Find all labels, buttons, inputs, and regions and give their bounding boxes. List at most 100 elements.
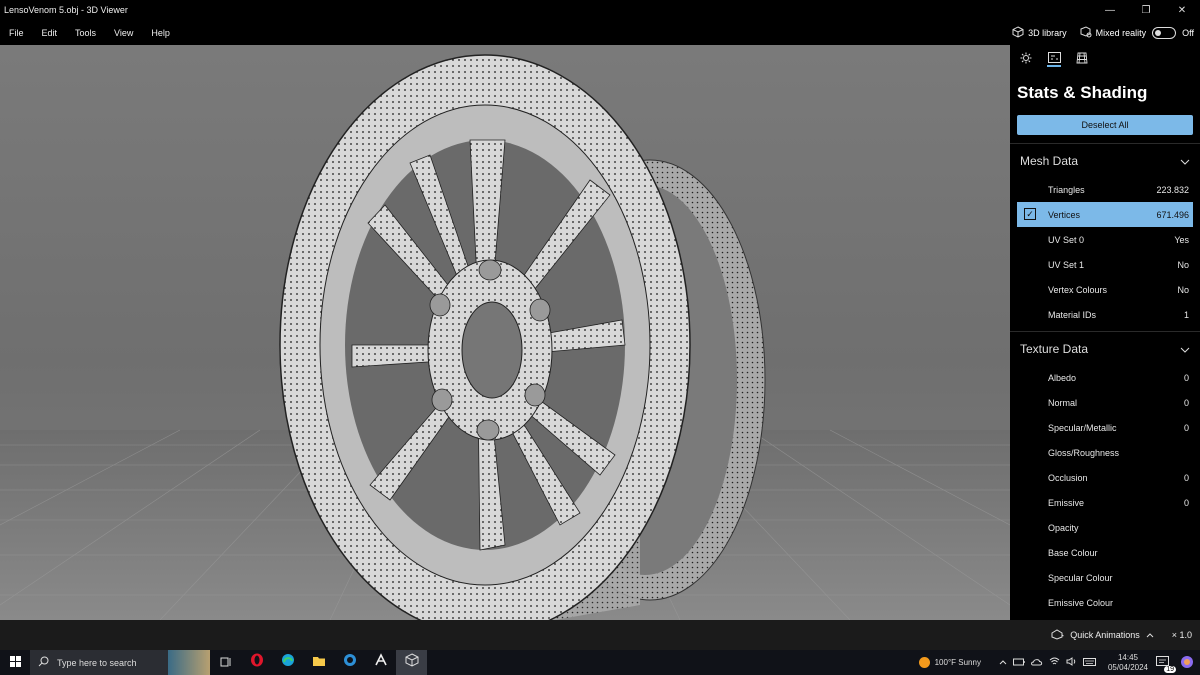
texture-row-emissive-colour[interactable]: Emissive Colour <box>1010 590 1200 615</box>
tab-lighting[interactable] <box>1019 51 1033 69</box>
cube-icon <box>1012 25 1024 40</box>
row-label: Occlusion <box>1048 472 1088 483</box>
keyboard-icon[interactable] <box>1082 657 1096 668</box>
settings-ring-icon <box>343 653 357 672</box>
row-label: Gloss/Roughness <box>1048 447 1120 458</box>
lighting-icon <box>1020 51 1032 69</box>
taskbar-app-3d[interactable] <box>365 650 396 675</box>
clock[interactable]: 14:45 05/04/2024 <box>1108 653 1148 673</box>
search-placeholder: Type here to search <box>57 657 137 668</box>
viewport-canvas[interactable] <box>0 45 1010 620</box>
tab-stats[interactable] <box>1047 50 1061 68</box>
mesh-data-title: Mesh Data <box>1020 153 1079 168</box>
chevron-up-icon[interactable] <box>999 658 1007 667</box>
mesh-row-vertex-colours[interactable]: Vertex Colours No <box>1010 277 1200 302</box>
texture-data-header[interactable]: Texture Data <box>1010 331 1200 365</box>
mesh-row-vertices[interactable]: ✓ Vertices 671.496 <box>1017 202 1193 227</box>
taskbar: Type here to search 100°F Sunny 14:45 05… <box>0 650 1200 675</box>
row-label: Material IDs <box>1048 309 1097 320</box>
texture-row-emissive[interactable]: Emissive 0 <box>1010 490 1200 515</box>
sun-icon <box>918 657 930 668</box>
mesh-row-uv-set-1[interactable]: UV Set 1 No <box>1010 252 1200 277</box>
weather-widget[interactable]: 100°F Sunny <box>918 657 981 668</box>
texture-row-specular-metallic[interactable]: Specular/Metallic 0 <box>1010 415 1200 440</box>
window-controls: — ❐ ✕ <box>1092 0 1200 20</box>
start-button[interactable] <box>0 650 30 675</box>
notification-icon[interactable]: 19 <box>1156 655 1176 673</box>
minimize-button[interactable]: — <box>1092 0 1128 20</box>
animation-speed[interactable]: × 1.0 <box>1172 630 1192 640</box>
taskbar-search[interactable]: Type here to search <box>30 650 210 675</box>
row-value: 0 <box>1183 422 1189 433</box>
3d-library-label: 3D library <box>1028 27 1067 38</box>
menu-view[interactable]: View <box>105 28 142 38</box>
cube-icon <box>405 653 419 672</box>
panel-title: Stats & Shading <box>1017 83 1148 102</box>
row-label: Specular/Metallic <box>1048 422 1117 433</box>
mesh-row-uv-set-0[interactable]: UV Set 0 Yes <box>1010 227 1200 252</box>
taskbar-opera[interactable] <box>241 650 272 675</box>
mesh-row-material-ids[interactable]: Material IDs 1 <box>1010 302 1200 327</box>
unity-style-icon <box>374 653 388 672</box>
battery-icon[interactable] <box>1012 658 1025 668</box>
chevron-up-icon[interactable] <box>1146 630 1154 640</box>
maximize-button[interactable]: ❐ <box>1128 0 1164 20</box>
onedrive-icon[interactable] <box>1031 658 1043 668</box>
taskbar-file-explorer[interactable] <box>303 650 334 675</box>
taskbar-app-blue[interactable] <box>334 650 365 675</box>
stats-icon <box>1047 50 1061 68</box>
windows-logo-icon <box>9 654 21 672</box>
row-label: Albedo <box>1048 372 1077 383</box>
opera-icon <box>250 653 264 672</box>
texture-row-specular-colour[interactable]: Specular Colour <box>1010 565 1200 590</box>
deselect-all-button[interactable]: Deselect All <box>1017 115 1193 135</box>
row-label: Normal <box>1048 397 1078 408</box>
wifi-icon[interactable] <box>1049 657 1060 668</box>
taskbar-edge[interactable] <box>272 650 303 675</box>
texture-row-opacity[interactable]: Opacity <box>1010 515 1200 540</box>
texture-row-normal[interactable]: Normal 0 <box>1010 390 1200 415</box>
menu-tools[interactable]: Tools <box>66 28 105 38</box>
menu-file[interactable]: File <box>0 28 33 38</box>
row-label: Opacity <box>1048 522 1079 533</box>
3d-viewport[interactable] <box>0 45 1010 620</box>
checkbox-checked-icon[interactable]: ✓ <box>1024 208 1036 220</box>
tab-grid[interactable] <box>1075 52 1089 67</box>
mesh-row-triangles[interactable]: Triangles 223.832 <box>1010 177 1200 202</box>
mixed-reality-toggle[interactable] <box>1152 26 1177 39</box>
copilot-icon[interactable] <box>1180 655 1194 671</box>
texture-row-albedo[interactable]: Albedo 0 <box>1010 365 1200 390</box>
mesh-data-header[interactable]: Mesh Data <box>1010 143 1200 177</box>
mixed-reality-button[interactable]: Mixed reality <box>1079 25 1146 40</box>
mixed-reality-icon <box>1079 25 1092 40</box>
clock-date: 05/04/2024 <box>1107 662 1148 672</box>
chevron-down-icon <box>1180 154 1190 168</box>
edge-icon <box>281 653 295 672</box>
menu-help[interactable]: Help <box>142 28 179 38</box>
menu-edit[interactable]: Edit <box>33 28 67 38</box>
texture-row-base-colour[interactable]: Base Colour <box>1010 540 1200 565</box>
menu-bar: File Edit Tools View Help 3D library Mix… <box>0 20 1200 45</box>
row-label: Emissive Colour <box>1048 597 1114 608</box>
row-label: Emissive <box>1048 497 1085 508</box>
texture-row-gloss-roughness[interactable]: Gloss/Roughness <box>1010 440 1200 465</box>
wheel-center-bore <box>461 301 523 399</box>
row-value: 0 <box>1183 472 1189 483</box>
status-bar: Quick Animations × 1.0 <box>0 620 1200 650</box>
texture-row-occlusion[interactable]: Occlusion 0 <box>1010 465 1200 490</box>
title-bar: LensoVenom 5.obj - 3D Viewer — ❐ ✕ <box>0 0 1200 20</box>
3d-library-button[interactable]: 3D library <box>1012 25 1067 40</box>
taskbar-3d-viewer[interactable] <box>396 650 427 675</box>
close-button[interactable]: ✕ <box>1164 0 1200 20</box>
row-label: UV Set 0 <box>1048 234 1085 245</box>
search-icon <box>38 656 49 669</box>
system-tray: 100°F Sunny 14:45 05/04/2024 19 <box>918 650 1200 675</box>
search-highlight-image <box>168 650 210 675</box>
row-value: 223.832 <box>1156 184 1189 195</box>
task-view-button[interactable] <box>210 650 241 675</box>
chevron-down-icon <box>1180 342 1190 356</box>
row-label: Vertices <box>1048 209 1081 220</box>
quick-animations-button[interactable]: Quick Animations <box>1070 630 1140 640</box>
volume-icon[interactable] <box>1066 657 1077 668</box>
row-label: Specular Colour <box>1048 572 1113 583</box>
